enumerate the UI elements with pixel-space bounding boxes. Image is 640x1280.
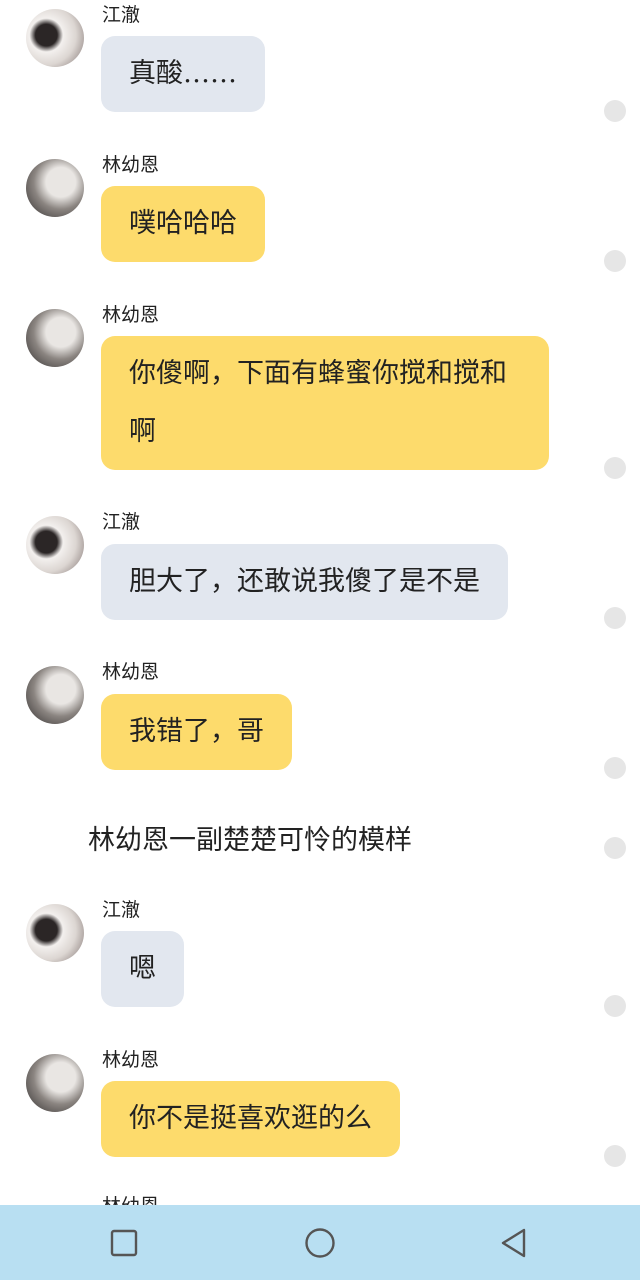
narration-text: 林幼恩一副楚楚可怜的模样 (88, 825, 412, 856)
like-dot-icon[interactable] (604, 995, 626, 1017)
message-bubble[interactable]: 你傻啊，下面有蜂蜜你搅和搅和啊 (101, 336, 549, 470)
sender-name: 林幼恩 (102, 661, 160, 683)
avatar-jiangche[interactable] (26, 9, 84, 67)
avatar-linyouen[interactable] (26, 666, 84, 724)
sender-name: 林幼恩 (102, 154, 160, 176)
back-triangle-icon[interactable] (496, 1225, 532, 1261)
like-dot-icon[interactable] (604, 607, 626, 629)
like-dot-icon[interactable] (604, 837, 626, 859)
message-bubble[interactable]: 你不是挺喜欢逛的么 (101, 1081, 400, 1157)
sender-name: 江澈 (102, 899, 141, 921)
like-dot-icon[interactable] (604, 457, 626, 479)
avatar-linyouen[interactable] (26, 159, 84, 217)
avatar-jiangche[interactable] (26, 516, 84, 574)
message-bubble[interactable]: 胆大了，还敢说我傻了是不是 (101, 544, 508, 620)
recent-apps-square-icon[interactable] (106, 1225, 142, 1261)
navigation-bar (0, 1205, 640, 1280)
message-bubble[interactable]: 我错了，哥 (101, 694, 292, 770)
message-bubble[interactable]: 嗯 (101, 931, 184, 1007)
like-dot-icon[interactable] (604, 1145, 626, 1167)
sender-name: 江澈 (102, 511, 141, 533)
sender-name: 林幼恩 (102, 304, 160, 326)
sender-name: 江澈 (102, 4, 141, 26)
avatar-linyouen[interactable] (26, 1054, 84, 1112)
message-bubble[interactable]: 真酸…… (101, 36, 265, 112)
home-circle-icon[interactable] (302, 1225, 338, 1261)
message-bubble[interactable]: 噗哈哈哈 (101, 186, 265, 262)
sender-name: 林幼恩 (102, 1049, 160, 1071)
avatar-jiangche[interactable] (26, 904, 84, 962)
like-dot-icon[interactable] (604, 757, 626, 779)
avatar-linyouen[interactable] (26, 309, 84, 367)
like-dot-icon[interactable] (604, 100, 626, 122)
like-dot-icon[interactable] (604, 250, 626, 272)
